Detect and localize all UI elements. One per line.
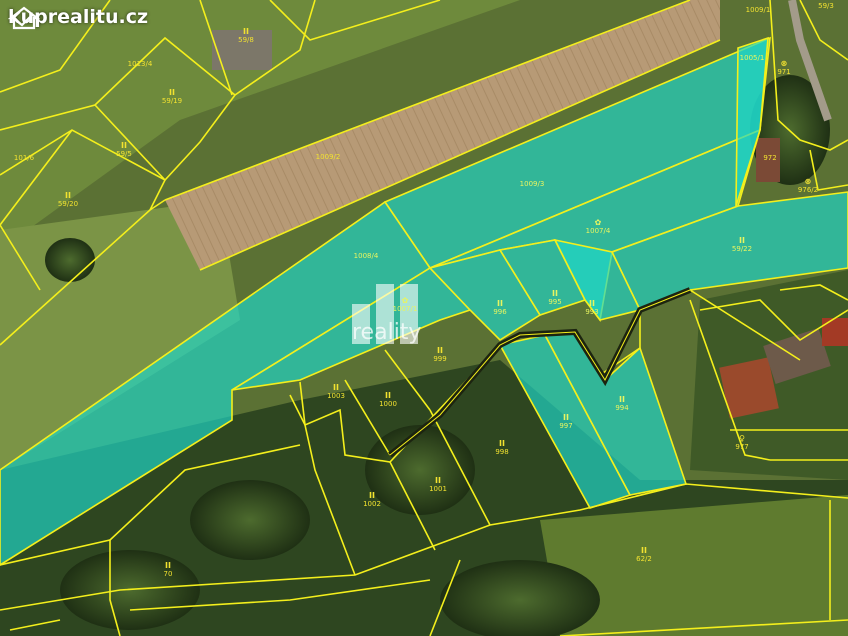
parcel-label[interactable]: II 1000	[379, 391, 397, 409]
parcel-label-symbol: ⊗	[804, 177, 812, 186]
parcel-label-number: 70	[163, 570, 173, 578]
parcel-label-symbol: ⊗	[780, 59, 788, 68]
parcel-label[interactable]: ✿ 1007/4	[585, 218, 611, 236]
parcel-label-number: 971	[777, 68, 791, 76]
parcel-label[interactable]: II 1001	[429, 476, 447, 494]
parcel-label[interactable]: II 59/22	[731, 236, 753, 254]
parcel-label-symbol: II	[437, 346, 443, 355]
parcel-label-number: 972	[763, 154, 777, 162]
parcel-label-symbol: II	[121, 141, 127, 150]
watermark: reality	[352, 284, 502, 364]
parcel-label-number: 59/20	[57, 200, 79, 208]
parcel-label-number: 1002	[363, 500, 381, 508]
parcel-label[interactable]: II 59/20	[57, 191, 79, 209]
parcel-label-symbol: ✿	[401, 296, 409, 305]
parcel-label-number: 1009/2	[315, 153, 341, 161]
parcel-label-symbol: II	[641, 546, 647, 555]
parcel-label-number: 994	[615, 404, 629, 412]
parcel-label-number: 1008/4	[353, 252, 379, 260]
parcel-label-symbol: II	[385, 391, 391, 400]
parcel-label[interactable]: II 59/8	[238, 27, 254, 45]
parcel-label[interactable]: II 993	[585, 299, 599, 317]
watermark-text: reality	[352, 320, 422, 345]
parcel-label-number: 1003	[327, 392, 345, 400]
parcel-label-symbol: II	[169, 88, 175, 97]
parcel-label-symbol: II	[65, 191, 71, 200]
parcel-label-number: 993	[585, 308, 599, 316]
parcel-label-number: 62/2	[636, 555, 652, 563]
parcel-label-symbol: II	[243, 27, 249, 36]
parcel-label[interactable]: II 995	[548, 289, 562, 307]
parcel-label[interactable]: 1009/1	[746, 6, 771, 14]
parcel-label-number: 1001	[429, 485, 447, 493]
parcel-label[interactable]: II 59/5	[116, 141, 132, 159]
parcel-label[interactable]: ♀ 977	[735, 434, 749, 452]
parcel-label[interactable]: 1008/4	[354, 252, 379, 260]
parcel-label-number: 997	[559, 422, 573, 430]
parcel-label[interactable]: II 62/2	[636, 546, 652, 564]
parcel-label-number: 999	[433, 355, 447, 363]
parcel-label[interactable]: II 70	[163, 561, 173, 579]
parcel-label-number: 59/8	[238, 36, 254, 44]
parcel-label-number: 996	[493, 308, 507, 316]
parcel-label[interactable]: II 994	[615, 395, 629, 413]
parcel-label-symbol: II	[497, 299, 503, 308]
parcel-label-number: 59/3	[818, 2, 834, 10]
cadastral-map[interactable]: kuprealitu.cz reality II 59/8 1013/4 II 59…	[0, 0, 848, 636]
parcel-label-number: 977	[735, 443, 749, 451]
parcel-label-number: 998	[495, 448, 509, 456]
parcel-label[interactable]: II 999	[433, 346, 447, 364]
parcel-label[interactable]: 101/6	[14, 154, 34, 162]
building-roof	[822, 318, 848, 346]
parcel-label[interactable]: II 996	[493, 299, 507, 317]
parcel-label[interactable]: ⊗ 971	[777, 59, 791, 77]
parcel-label-number: 995	[548, 298, 562, 306]
parcel-label-symbol: II	[499, 439, 505, 448]
parcel-label-symbol: II	[165, 561, 171, 570]
parcel-label-number: 1005/1	[739, 54, 765, 62]
parcel-label-symbol: ✿	[594, 218, 602, 227]
parcel-label-number: 59/5	[116, 150, 132, 158]
parcel-label-number: 59/22	[731, 245, 753, 253]
parcel-label-symbol: ♀	[739, 434, 745, 443]
site-logo[interactable]: kuprealitu.cz	[8, 6, 148, 30]
parcel-label-number: 1009/1	[745, 6, 771, 14]
parcel-label-number: 59/19	[161, 97, 183, 105]
parcel-label-symbol: II	[333, 383, 339, 392]
parcel-label[interactable]: II 1002	[363, 491, 381, 509]
parcel-label[interactable]: II 997	[559, 413, 573, 431]
parcel-label-number: 1009/3	[519, 180, 545, 188]
parcel-label[interactable]: II 1003	[327, 383, 345, 401]
tree-clump	[190, 480, 310, 560]
tree-clump	[45, 238, 95, 282]
parcel-label[interactable]: ⊗ 976/2	[797, 177, 819, 195]
parcel-label-symbol: II	[552, 289, 558, 298]
parcel-label-symbol: II	[619, 395, 625, 404]
parcel-label-number: 1000	[379, 400, 397, 408]
parcel-label-symbol: II	[739, 236, 745, 245]
parcel-label[interactable]: II 998	[495, 439, 509, 457]
parcel-label[interactable]: ✿ 1007/1	[392, 296, 418, 314]
parcel-label-symbol: II	[435, 476, 441, 485]
parcel-label-number: 101/6	[13, 154, 35, 162]
parcel-label-symbol: II	[369, 491, 375, 500]
parcel-label-number: 1007/1	[392, 305, 418, 313]
parcel-label-number: 1007/4	[585, 227, 611, 235]
parcel-label-symbol: II	[563, 413, 569, 422]
parcel-label[interactable]: 972	[763, 154, 776, 162]
parcel-label[interactable]: 1013/4	[128, 60, 153, 68]
parcel-label[interactable]: 1009/2	[316, 153, 341, 161]
house-logo-icon	[8, 6, 40, 30]
parcel-label-symbol: II	[589, 299, 595, 308]
parcel-label[interactable]: 1009/3	[520, 180, 545, 188]
parcel-label-number: 976/2	[797, 186, 819, 194]
tree-clump	[365, 425, 475, 515]
parcel-label[interactable]: 1005/1	[740, 54, 765, 62]
parcel-label-number: 1013/4	[127, 60, 153, 68]
parcel-label[interactable]: 59/3	[818, 2, 834, 10]
parcel-label[interactable]: II 59/19	[161, 88, 183, 106]
